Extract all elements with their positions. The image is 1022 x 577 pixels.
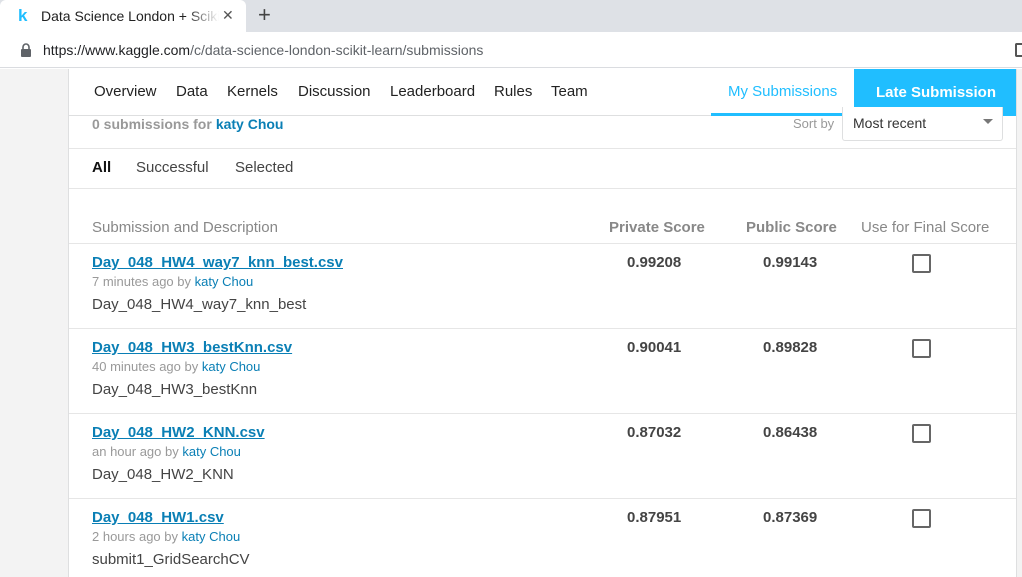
submission-time: 7 minutes ago by <box>92 274 192 289</box>
lock-icon <box>21 43 31 57</box>
submission-description: Day_048_HW2_KNN <box>92 466 234 483</box>
public-score: 0.89828 <box>763 339 818 356</box>
sort-select[interactable]: Most recent <box>842 107 1003 141</box>
submission-user-link[interactable]: katy Chou <box>202 359 261 374</box>
sort-by-label: Sort by <box>793 116 835 131</box>
final-score-checkbox[interactable] <box>912 424 931 443</box>
submission-description: submit1_GridSearchCV <box>92 551 250 568</box>
user-link[interactable]: katy Chou <box>216 116 284 132</box>
header-public-score: Public Score <box>746 219 837 236</box>
table-row: Day_048_HW2_KNN.csv an hour ago by katy … <box>69 414 1016 499</box>
private-score: 0.87951 <box>627 509 682 526</box>
kaggle-favicon-icon: k <box>18 6 28 25</box>
final-score-checkbox[interactable] <box>912 509 931 528</box>
competition-panel: Overview Data Kernels Discussion Leaderb… <box>68 69 1017 577</box>
tab-team[interactable]: Team <box>551 83 588 101</box>
submission-description: Day_048_HW3_bestKnn <box>92 381 258 398</box>
header-final-score: Use for Final Score <box>861 219 990 236</box>
submission-meta: 7 minutes ago by katy Chou <box>92 274 253 290</box>
new-tab-icon[interactable]: + <box>258 2 271 28</box>
submission-meta: 40 minutes ago by katy Chou <box>92 359 260 375</box>
submission-user-link[interactable]: katy Chou <box>182 529 241 544</box>
table-header: Submission and Description Private Score… <box>69 189 1016 244</box>
tab-my-submissions[interactable]: My Submissions <box>711 69 854 116</box>
tab-my-submissions-label: My Submissions <box>728 83 838 100</box>
submission-file-link[interactable]: Day_048_HW1.csv <box>92 509 224 527</box>
private-score: 0.90041 <box>627 339 682 356</box>
close-icon[interactable]: ✕ <box>222 6 234 24</box>
filter-selected[interactable]: Selected <box>235 159 293 177</box>
browser-tabstrip: k Data Science London + Scikit-learn ✕ + <box>0 0 1022 32</box>
tab-overview[interactable]: Overview <box>94 83 157 101</box>
public-score: 0.86438 <box>763 424 818 441</box>
private-score: 0.87032 <box>627 424 682 441</box>
submission-file-link[interactable]: Day_048_HW4_way7_knn_best.csv <box>92 254 343 272</box>
address-bar[interactable]: https://www.kaggle.com/c/data-science-lo… <box>0 32 1022 68</box>
public-score: 0.87369 <box>763 509 818 526</box>
submission-user-link[interactable]: katy Chou <box>195 274 254 289</box>
private-score: 0.99208 <box>627 254 682 271</box>
submission-time: 2 hours ago by <box>92 529 179 544</box>
chevron-down-icon <box>983 119 993 124</box>
filter-successful[interactable]: Successful <box>136 159 209 177</box>
submission-meta: an hour ago by katy Chou <box>92 444 241 460</box>
submission-file-link[interactable]: Day_048_HW2_KNN.csv <box>92 424 265 442</box>
url-host: https://www.kaggle.com <box>43 42 191 58</box>
tab-kernels[interactable]: Kernels <box>227 83 278 101</box>
filter-bar: All Successful Selected <box>69 148 1016 189</box>
tab-title: Data Science London + Scikit-learn <box>41 8 219 24</box>
final-score-checkbox[interactable] <box>912 339 931 358</box>
url-text[interactable]: https://www.kaggle.com/c/data-science-lo… <box>43 41 483 59</box>
submission-file-link[interactable]: Day_048_HW3_bestKnn.csv <box>92 339 292 357</box>
header-private-score: Private Score <box>609 219 705 236</box>
sort-select-value: Most recent <box>853 115 927 131</box>
table-row: Day_048_HW4_way7_knn_best.csv 7 minutes … <box>69 244 1016 329</box>
url-path: /c/data-science-london-scikit-learn/subm… <box>190 42 484 58</box>
final-score-checkbox[interactable] <box>912 254 931 273</box>
submission-time: an hour ago by <box>92 444 179 459</box>
extension-icon[interactable] <box>1015 43 1022 57</box>
tab-leaderboard[interactable]: Leaderboard <box>390 83 475 101</box>
table-row: Day_048_HW3_bestKnn.csv 40 minutes ago b… <box>69 329 1016 414</box>
submission-count-text: 0 submissions for <box>92 116 212 132</box>
table-row: Day_048_HW1.csv 2 hours ago by katy Chou… <box>69 499 1016 577</box>
submission-time: 40 minutes ago by <box>92 359 199 374</box>
browser-tab[interactable]: k Data Science London + Scikit-learn ✕ <box>0 0 246 32</box>
tab-rules[interactable]: Rules <box>494 83 532 101</box>
submission-user-link[interactable]: katy Chou <box>182 444 241 459</box>
filter-all[interactable]: All <box>92 159 111 177</box>
submission-description: Day_048_HW4_way7_knn_best <box>92 296 307 313</box>
tab-discussion[interactable]: Discussion <box>298 83 371 101</box>
public-score: 0.99143 <box>763 254 818 271</box>
tab-data[interactable]: Data <box>176 83 208 101</box>
submission-meta: 2 hours ago by katy Chou <box>92 529 240 545</box>
header-submission: Submission and Description <box>92 219 278 236</box>
submission-count: 0 submissions for katy Chou <box>92 115 284 133</box>
